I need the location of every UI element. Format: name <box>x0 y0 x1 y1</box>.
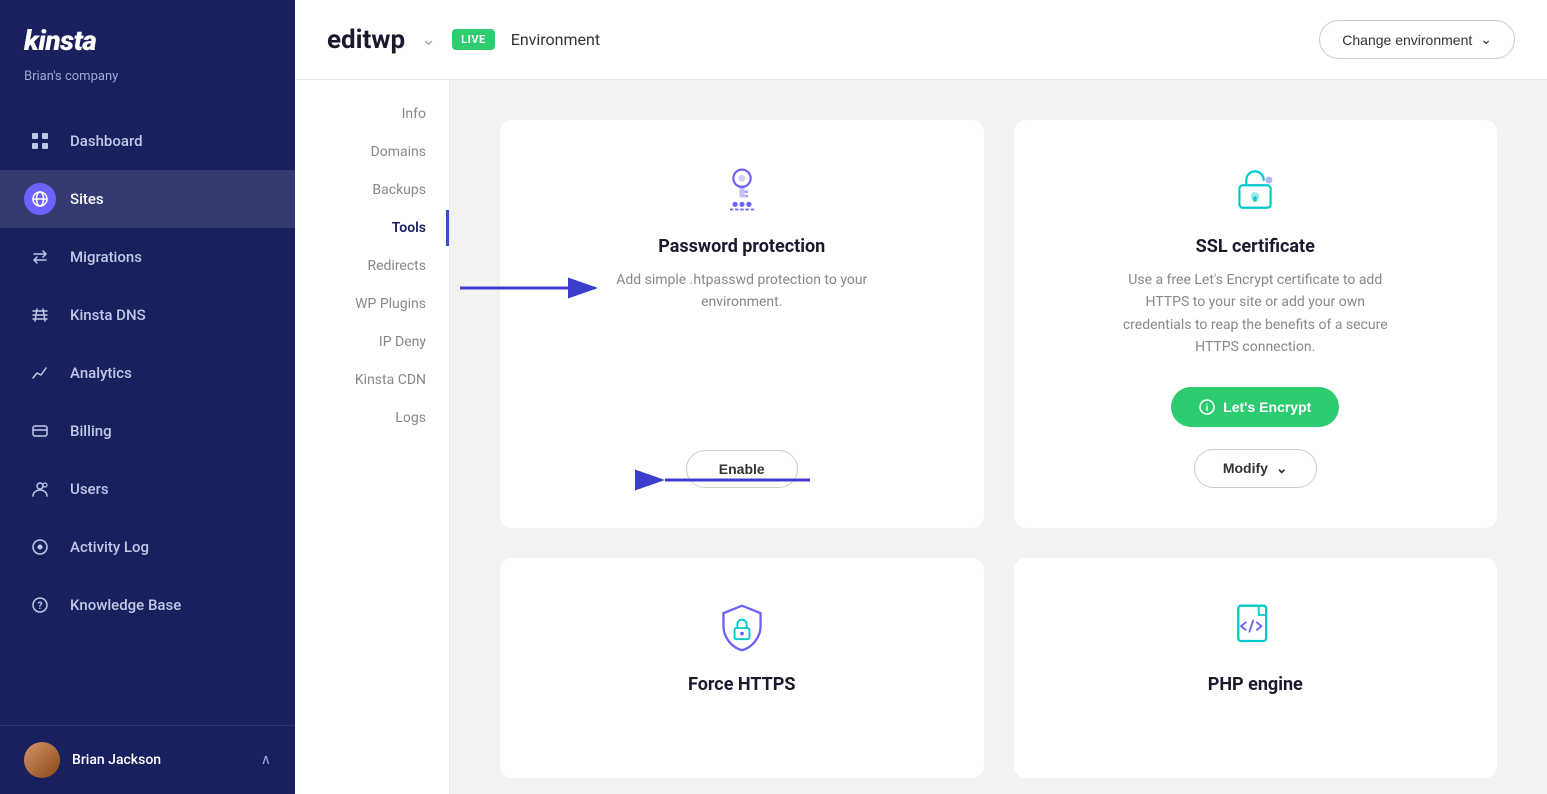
sidebar-item-knowledge-base[interactable]: ? Knowledge Base <box>0 576 295 634</box>
change-env-chevron-icon: ⌄ <box>1480 31 1492 48</box>
php-engine-title: PHP engine <box>1208 674 1303 695</box>
sidebar-item-label: Kinsta DNS <box>70 306 146 324</box>
sec-nav-redirects[interactable]: Redirects <box>295 248 449 284</box>
ssl-certificate-desc: Use a free Let's Encrypt certificate to … <box>1115 269 1395 359</box>
force-https-card: Force HTTPS <box>500 558 984 778</box>
sec-nav-kinsta-cdn[interactable]: Kinsta CDN <box>295 362 449 398</box>
activity-log-icon <box>31 538 49 556</box>
tools-content: Password protection Add simple .htpasswd… <box>450 80 1547 794</box>
knowledge-base-icon: ? <box>31 596 49 614</box>
sec-nav-backups[interactable]: Backups <box>295 172 449 208</box>
php-engine-icon <box>1229 598 1281 658</box>
footer-chevron-icon: ∧ <box>261 752 271 768</box>
modify-chevron-icon: ⌄ <box>1276 460 1288 477</box>
avatar <box>24 742 60 778</box>
sidebar: kinsta Brian's company Dashboard <box>0 0 295 794</box>
ssl-certificate-title: SSL certificate <box>1196 236 1315 257</box>
users-icon-wrap <box>24 473 56 505</box>
users-icon <box>31 480 49 498</box>
activity-log-icon-wrap <box>24 531 56 563</box>
sidebar-item-label: Dashboard <box>70 132 143 150</box>
dns-icon <box>31 306 49 324</box>
secondary-nav: Info Domains Backups Tools Redirects WP … <box>295 80 450 794</box>
analytics-icon-wrap <box>24 357 56 389</box>
password-protection-card: Password protection Add simple .htpasswd… <box>500 120 984 528</box>
logo-area: kinsta <box>0 0 295 65</box>
sidebar-nav: Dashboard Sites Migrations <box>0 104 295 725</box>
company-name: Brian's company <box>0 65 295 104</box>
enable-button[interactable]: Enable <box>686 450 798 488</box>
sec-nav-wp-plugins[interactable]: WP Plugins <box>295 286 449 322</box>
sidebar-item-billing[interactable]: Billing <box>0 402 295 460</box>
lets-encrypt-button[interactable]: i Let's Encrypt <box>1171 387 1339 427</box>
live-badge: LIVE <box>452 29 495 50</box>
kinsta-logo: kinsta <box>24 24 271 57</box>
sidebar-footer[interactable]: Brian Jackson ∧ <box>0 725 295 794</box>
sidebar-item-sites[interactable]: Sites <box>0 170 295 228</box>
modify-button[interactable]: Modify ⌄ <box>1194 449 1317 488</box>
analytics-icon <box>31 364 49 382</box>
force-https-title: Force HTTPS <box>688 674 795 695</box>
password-protection-desc: Add simple .htpasswd protection to your … <box>602 269 882 422</box>
sec-nav-tools[interactable]: Tools <box>295 210 449 246</box>
password-protection-title: Password protection <box>658 236 825 257</box>
sidebar-item-label: Knowledge Base <box>70 596 181 614</box>
sec-nav-info[interactable]: Info <box>295 96 449 132</box>
sidebar-item-activity-log[interactable]: Activity Log <box>0 518 295 576</box>
force-https-icon <box>716 598 768 658</box>
dashboard-icon-wrap <box>24 125 56 157</box>
site-name: editwp <box>327 25 405 55</box>
migrations-icon <box>31 248 49 266</box>
sidebar-item-label: Billing <box>70 422 112 440</box>
svg-text:i: i <box>1206 403 1209 414</box>
sidebar-item-dashboard[interactable]: Dashboard <box>0 112 295 170</box>
dashboard-icon <box>31 132 49 150</box>
svg-text:?: ? <box>38 601 43 612</box>
sec-nav-logs[interactable]: Logs <box>295 400 449 436</box>
sidebar-item-kinsta-dns[interactable]: Kinsta DNS <box>0 286 295 344</box>
sidebar-item-label: Migrations <box>70 248 142 266</box>
sidebar-item-label: Sites <box>70 190 104 208</box>
tools-grid: Password protection Add simple .htpasswd… <box>500 120 1497 778</box>
ssl-certificate-card: SSL certificate Use a free Let's Encrypt… <box>1014 120 1498 528</box>
sec-nav-ip-deny[interactable]: IP Deny <box>295 324 449 360</box>
environment-label: Environment <box>511 30 600 49</box>
sites-icon-wrap <box>24 183 56 215</box>
sidebar-item-analytics[interactable]: Analytics <box>0 344 295 402</box>
sidebar-item-label: Activity Log <box>70 538 149 556</box>
lets-encrypt-icon: i <box>1199 399 1215 415</box>
content-area: Info Domains Backups Tools Redirects WP … <box>295 80 1547 794</box>
site-name-chevron-icon: ⌄ <box>421 29 436 50</box>
billing-icon-wrap <box>24 415 56 447</box>
sidebar-item-label: Users <box>70 480 109 498</box>
ssl-certificate-icon <box>1229 160 1281 220</box>
dns-icon-wrap <box>24 299 56 331</box>
migrations-icon-wrap <box>24 241 56 273</box>
knowledge-base-icon-wrap: ? <box>24 589 56 621</box>
sidebar-item-migrations[interactable]: Migrations <box>0 228 295 286</box>
change-environment-button[interactable]: Change environment ⌄ <box>1319 20 1515 59</box>
sec-nav-domains[interactable]: Domains <box>295 134 449 170</box>
main-content: editwp ⌄ LIVE Environment Change environ… <box>295 0 1547 794</box>
php-engine-card: PHP engine <box>1014 558 1498 778</box>
sidebar-item-users[interactable]: Users <box>0 460 295 518</box>
tools-content-wrapper: Password protection Add simple .htpasswd… <box>450 80 1547 794</box>
sites-icon <box>31 190 49 208</box>
billing-icon <box>31 422 49 440</box>
sidebar-item-label: Analytics <box>70 364 132 382</box>
password-protection-icon <box>716 160 768 220</box>
header: editwp ⌄ LIVE Environment Change environ… <box>295 0 1547 80</box>
user-name: Brian Jackson <box>72 752 249 768</box>
